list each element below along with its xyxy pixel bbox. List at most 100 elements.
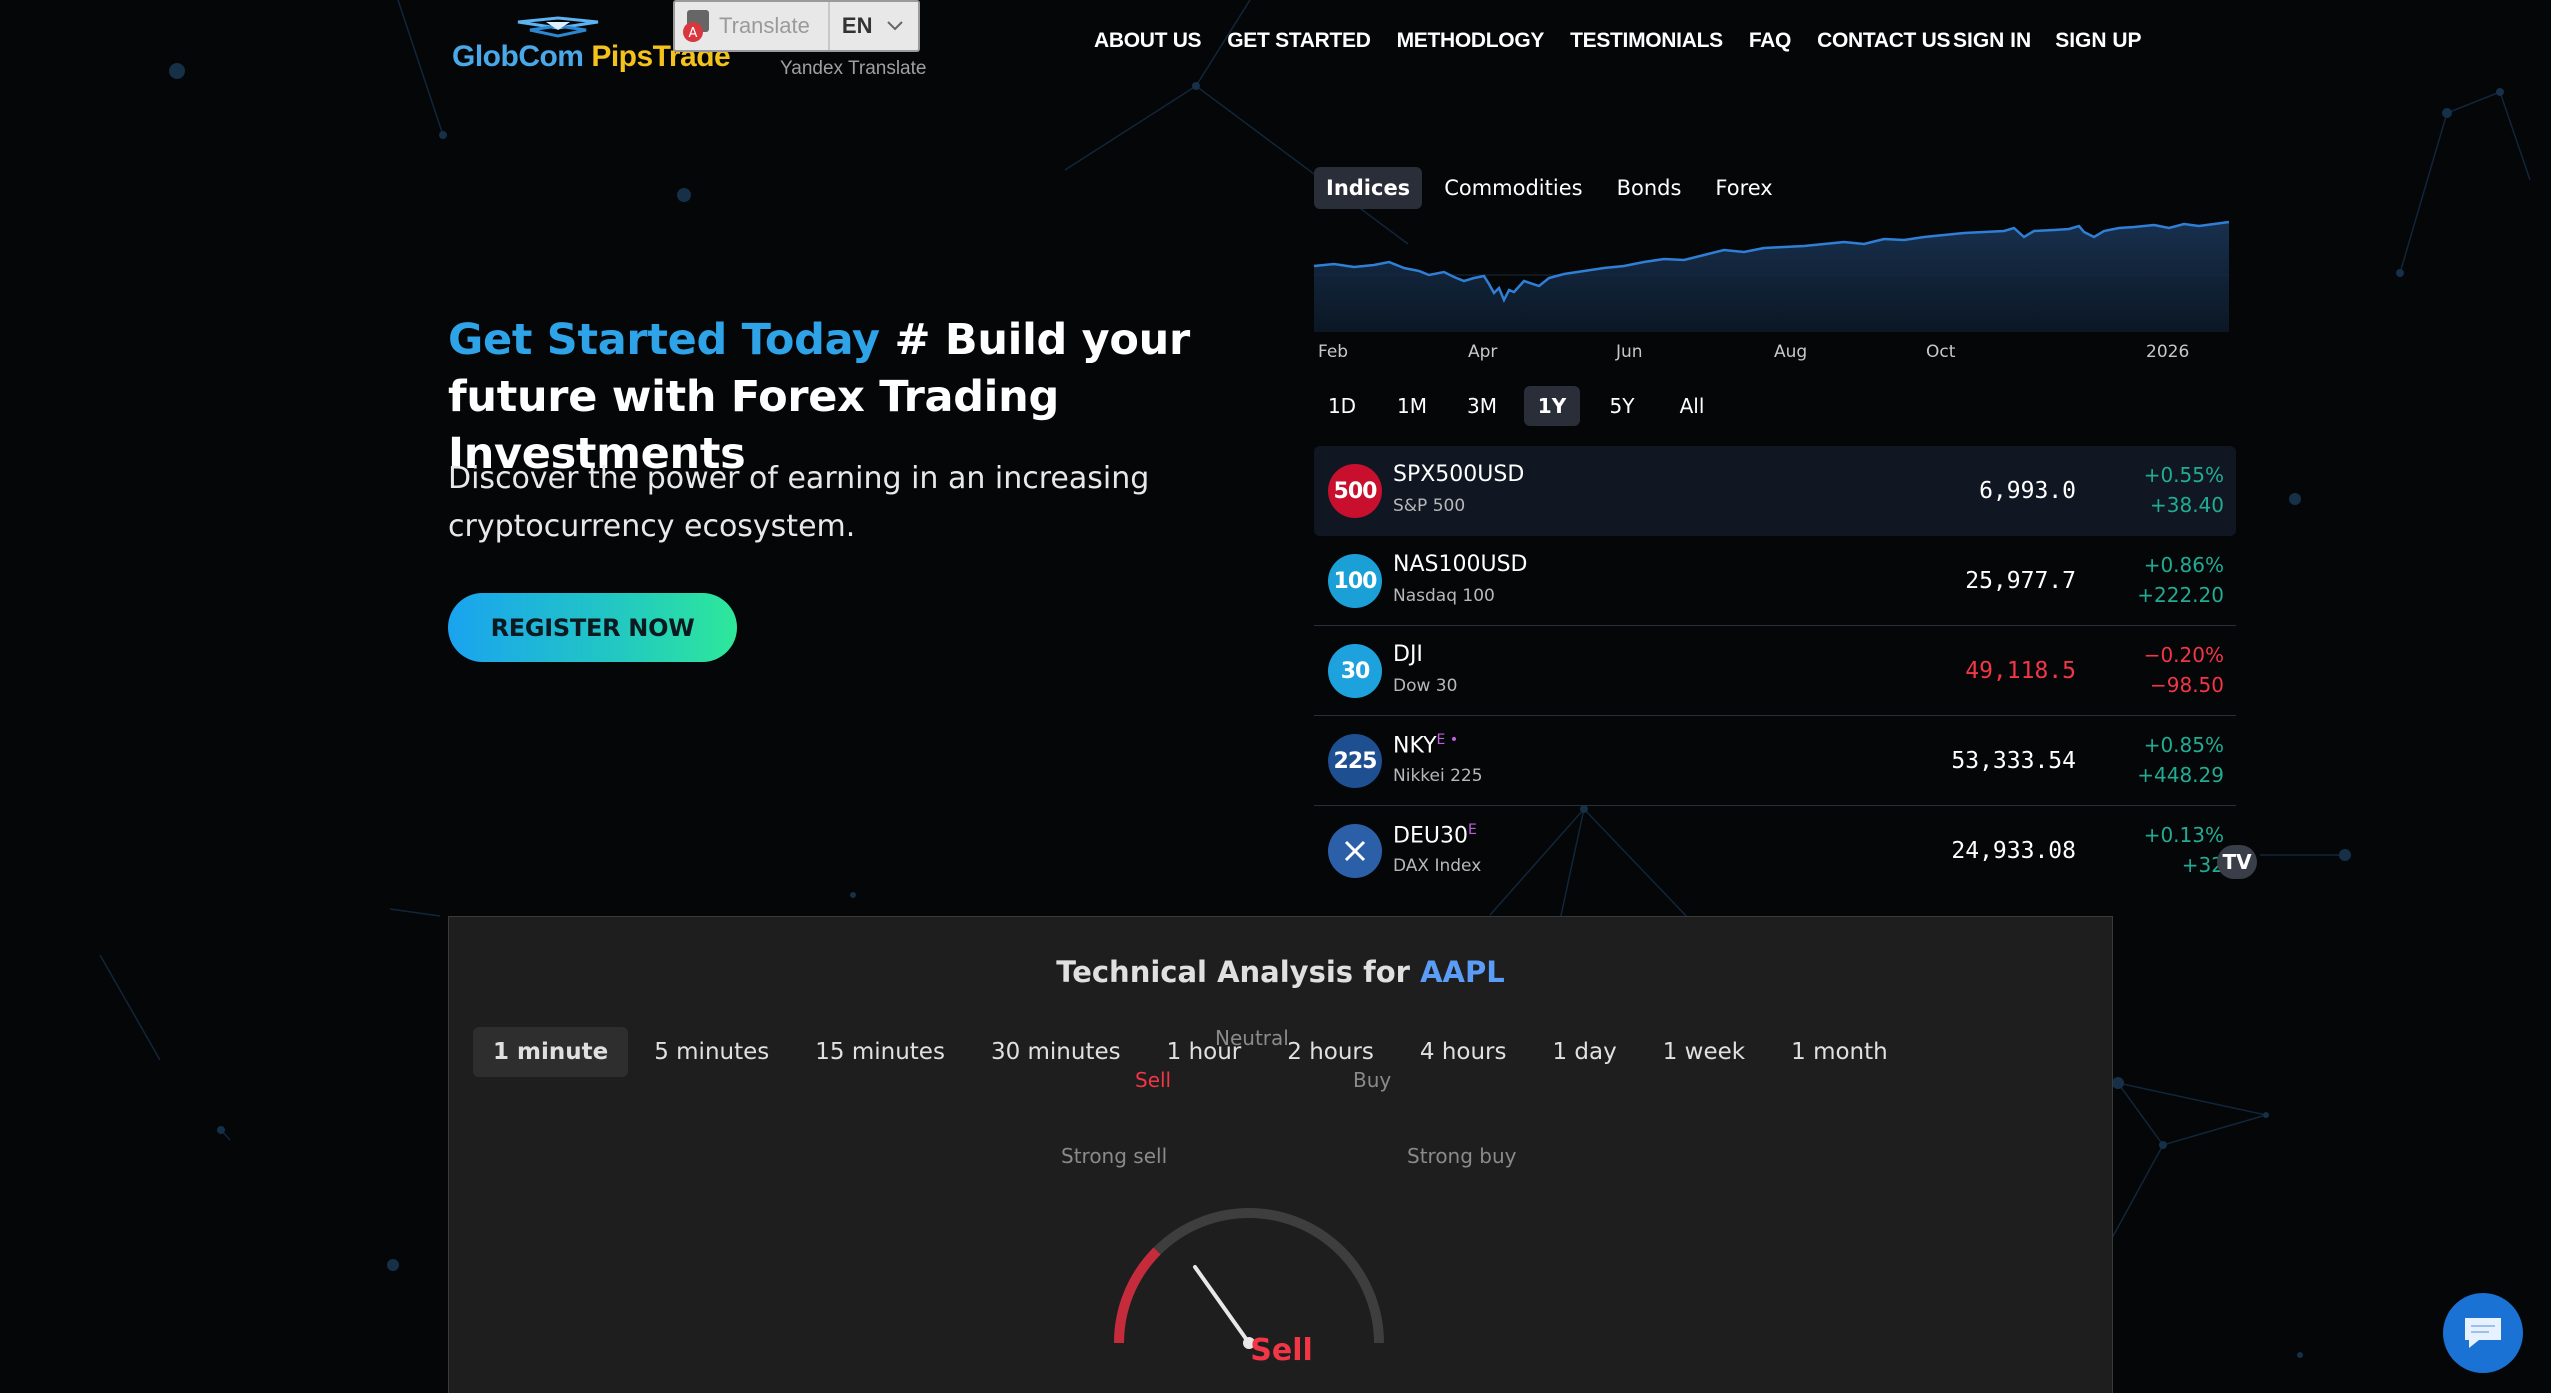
site-logo[interactable]: GlobCom PipsTrade xyxy=(448,16,731,76)
gauge-label-strong-sell: Strong sell xyxy=(1061,1144,1168,1168)
symbol-description: DAX Index xyxy=(1393,856,1482,876)
interval-1-month[interactable]: 1 month xyxy=(1771,1027,1908,1077)
technical-analysis-title: Technical Analysis for AAPL xyxy=(449,955,2112,989)
symbol-description: S&P 500 xyxy=(1393,496,1466,516)
tab-forex[interactable]: Forex xyxy=(1703,167,1784,209)
symbol-change-percent: +0.85% xyxy=(2143,733,2224,757)
nav-faq[interactable]: FAQ xyxy=(1749,29,1792,53)
symbol-change-percent: +0.13% xyxy=(2143,823,2224,847)
symbol-description: Nikkei 225 xyxy=(1393,766,1483,786)
sign-up-link[interactable]: SIGN UP xyxy=(2055,29,2141,53)
x-tick-label: 2026 xyxy=(2146,342,2190,362)
nav-about-us[interactable]: ABOUT US xyxy=(1094,29,1202,53)
translate-icon: A xyxy=(675,2,719,50)
chat-button[interactable] xyxy=(2443,1293,2523,1373)
symbol-row-spx500usd[interactable]: 500 SPX500USD S&P 500 6,993.0 +0.55% +38… xyxy=(1314,446,2236,536)
interval-tabs: 1 minute 5 minutes 15 minutes 30 minutes… xyxy=(473,1027,1908,1077)
tab-indices[interactable]: Indices xyxy=(1314,167,1423,209)
symbol-row-deu30[interactable]: DEU30E DAX Index 24,933.08 +0.13% +32 xyxy=(1314,806,2236,896)
interval-4-hours[interactable]: 4 hours xyxy=(1400,1027,1527,1077)
gauge-needle xyxy=(1193,1265,1251,1345)
symbol-price: 6,993.0 xyxy=(1979,478,2076,504)
interval-30-minutes[interactable]: 30 minutes xyxy=(971,1027,1141,1077)
symbol-change-percent: −0.20% xyxy=(2143,643,2224,667)
x-tick-label: Jun xyxy=(1616,342,1643,362)
symbol-price: 25,977.7 xyxy=(1965,568,2076,594)
dax-x-icon xyxy=(1328,824,1382,878)
tradingview-logo-icon[interactable]: TV xyxy=(2217,845,2257,879)
symbol-change-value: +38.40 xyxy=(2149,493,2224,517)
symbol-change: +0.85% +448.29 xyxy=(2137,730,2224,790)
logo-text-part1: GlobCom xyxy=(452,40,592,73)
symbol-change: +0.86% +222.20 xyxy=(2137,550,2224,610)
gauge-result: Sell xyxy=(1250,1333,1313,1368)
tab-commodities[interactable]: Commodities xyxy=(1432,167,1594,209)
symbol-price: 49,118.5 xyxy=(1965,658,2076,684)
interval-5-minutes[interactable]: 5 minutes xyxy=(634,1027,789,1077)
translate-widget[interactable]: A Translate EN xyxy=(673,0,920,52)
symbol-badge: 30 xyxy=(1328,644,1382,698)
chart-x-axis: Feb Apr Jun Aug Oct 2026 xyxy=(1314,342,2229,368)
symbol-change-value: +448.29 xyxy=(2137,763,2224,787)
symbol-change-value: −98.50 xyxy=(2149,673,2224,697)
gauge-label-neutral: Neutral xyxy=(1215,1026,1289,1050)
symbol-change-percent: +0.86% xyxy=(2143,553,2224,577)
range-1y[interactable]: 1Y xyxy=(1524,386,1580,426)
range-3m[interactable]: 3M xyxy=(1454,386,1510,426)
sign-in-link[interactable]: SIGN IN xyxy=(1953,29,2031,53)
symbol-badge: 225 xyxy=(1328,734,1382,788)
interval-1-week[interactable]: 1 week xyxy=(1643,1027,1765,1077)
main-nav: ABOUT US GET STARTED METHODLOGY TESTIMON… xyxy=(1094,29,1951,53)
nav-contact-us[interactable]: CONTACT US xyxy=(1817,29,1950,53)
symbol-change-value: +222.20 xyxy=(2137,583,2224,607)
hero-subtitle: Discover the power of earning in an incr… xyxy=(448,461,1150,544)
chat-bubble-icon xyxy=(2465,1318,2501,1348)
symbol-name-wrap: NKYE • xyxy=(1393,732,1458,758)
market-area-chart[interactable] xyxy=(1314,220,2229,332)
interval-15-minutes[interactable]: 15 minutes xyxy=(795,1027,965,1077)
range-all[interactable]: All xyxy=(1664,386,1720,426)
symbol-row-nky[interactable]: 225 NKYE • Nikkei 225 53,333.54 +0.85% +… xyxy=(1314,716,2236,806)
nav-get-started[interactable]: GET STARTED xyxy=(1227,29,1371,53)
symbol-price: 24,933.08 xyxy=(1951,838,2076,864)
gauge-track xyxy=(1114,1208,1384,1344)
symbol-row-dji[interactable]: 30 DJI Dow 30 49,118.5 −0.20% −98.50 xyxy=(1314,626,2236,716)
symbol-name: DEU30 xyxy=(1393,823,1468,849)
symbol-description: Dow 30 xyxy=(1393,676,1458,696)
chevron-down-icon xyxy=(887,21,904,31)
auth-links: SIGN IN SIGN UP xyxy=(1953,29,2142,53)
nav-testimonials[interactable]: TESTIMONIALS xyxy=(1570,29,1723,53)
symbol-change-percent: +0.55% xyxy=(2143,463,2224,487)
yandex-translate-link[interactable]: Yandex Translate xyxy=(780,58,926,80)
symbol-name: NKY xyxy=(1393,733,1437,759)
x-tick-label: Aug xyxy=(1774,342,1808,362)
gauge-label-sell: Sell xyxy=(1135,1068,1172,1092)
symbol-price: 53,333.54 xyxy=(1951,748,2076,774)
interval-1-day[interactable]: 1 day xyxy=(1532,1027,1636,1077)
ta-symbol-link[interactable]: AAPL xyxy=(1420,955,1505,989)
market-tabs: Indices Commodities Bonds Forex xyxy=(1314,167,1785,209)
register-now-button[interactable]: REGISTER NOW xyxy=(448,593,737,662)
gauge-label-strong-buy: Strong buy xyxy=(1407,1144,1517,1168)
symbol-name: DJI xyxy=(1393,642,1423,667)
symbol-list: 500 SPX500USD S&P 500 6,993.0 +0.55% +38… xyxy=(1314,446,2236,896)
symbol-row-nas100usd[interactable]: 100 NAS100USD Nasdaq 100 25,977.7 +0.86%… xyxy=(1314,536,2236,626)
language-select[interactable]: EN xyxy=(830,13,905,39)
range-5y[interactable]: 5Y xyxy=(1594,386,1650,426)
gauge-sell-zone xyxy=(1113,1247,1161,1344)
hero-title-accent: Get Started Today xyxy=(448,315,880,365)
symbol-name: NAS100USD xyxy=(1393,552,1528,577)
symbol-name-wrap: DEU30E xyxy=(1393,822,1477,848)
range-1d[interactable]: 1D xyxy=(1314,386,1370,426)
translate-label: Translate xyxy=(719,2,830,50)
interval-1-minute[interactable]: 1 minute xyxy=(473,1027,629,1077)
symbol-change: +0.13% +32 xyxy=(2144,820,2224,880)
symbol-change: −0.20% −98.50 xyxy=(2144,640,2224,700)
nav-methodology[interactable]: METHODLOGY xyxy=(1397,29,1545,53)
language-value: EN xyxy=(841,13,873,38)
x-tick-label: Oct xyxy=(1926,342,1956,362)
range-1m[interactable]: 1M xyxy=(1384,386,1440,426)
symbol-badge: 100 xyxy=(1328,554,1382,608)
symbol-change-value: +32 xyxy=(2181,853,2224,877)
tab-bonds[interactable]: Bonds xyxy=(1605,167,1694,209)
